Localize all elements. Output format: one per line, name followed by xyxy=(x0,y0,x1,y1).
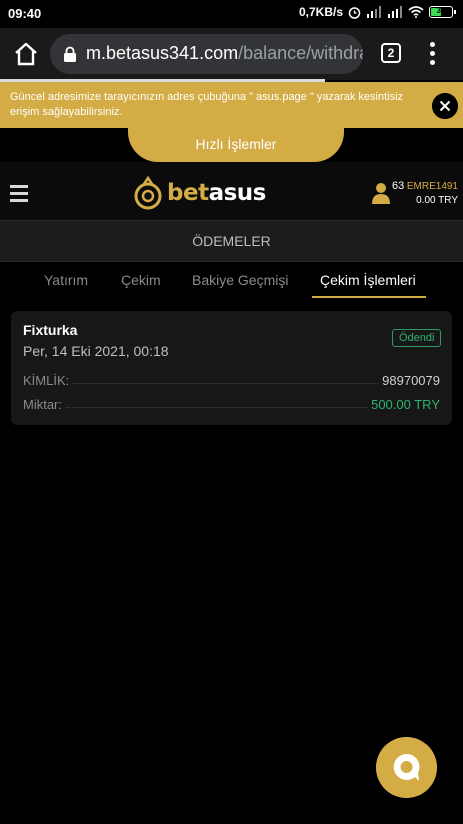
withdrawal-date: Per, 14 Eki 2021, 00:18 xyxy=(23,343,169,359)
signal-icon xyxy=(388,6,402,18)
withdrawal-card: Fixturka Per, 14 Eki 2021, 00:18 Ödendi … xyxy=(11,311,452,425)
tab-balance-history[interactable]: Bakiye Geçmişi xyxy=(192,272,288,288)
status-bar: 09:40 0,7KB/s 32 xyxy=(0,0,463,28)
hamburger-menu-icon[interactable] xyxy=(10,185,28,202)
wifi-icon xyxy=(408,6,424,18)
logo-wordmark: betasus xyxy=(167,180,266,206)
page-title: ÖDEMELER xyxy=(0,220,463,262)
active-tab-indicator xyxy=(312,296,426,298)
tab-deposit[interactable]: Yatırım xyxy=(44,272,88,288)
url-path: /balance/withdraw xyxy=(238,43,363,63)
amount-value: 500.00 TRY xyxy=(371,397,440,412)
notice-text: Güncel adresimize tarayıcınızın adres çu… xyxy=(10,91,404,118)
url-text: m.betasus341.com/balance/withdraw xyxy=(86,43,363,64)
status-time: 09:40 xyxy=(8,6,42,21)
kebab-menu-icon[interactable] xyxy=(430,42,436,66)
close-icon[interactable] xyxy=(432,93,458,119)
user-icon[interactable] xyxy=(371,182,391,204)
chat-icon[interactable] xyxy=(376,737,437,798)
notice-banner: Güncel adresimize tarayıcınızın adres çu… xyxy=(0,82,463,128)
tab-switcher-button[interactable]: 2 xyxy=(381,43,401,63)
battery-level: 32 xyxy=(436,6,446,15)
quick-actions-button[interactable]: Hızlı İşlemler xyxy=(128,128,344,162)
status-indicators: 0,7KB/s 32 xyxy=(298,5,456,19)
battery-icon: 32 xyxy=(429,6,456,18)
user-number: 63 xyxy=(392,180,405,192)
username[interactable]: EMRE1491 xyxy=(407,181,458,192)
url-domain: m.betasus341.com xyxy=(86,43,239,63)
id-value: 98970079 xyxy=(382,373,440,388)
site-logo[interactable]: betasus xyxy=(133,174,266,212)
home-icon[interactable] xyxy=(12,40,40,68)
alarm-icon xyxy=(348,6,361,19)
tab-withdraw[interactable]: Çekim xyxy=(121,272,161,288)
lock-icon xyxy=(64,46,76,62)
withdrawal-amount-row: Miktar: 500.00 TRY xyxy=(23,394,440,412)
tab-withdraw-transactions[interactable]: Çekim İşlemleri xyxy=(320,272,416,288)
logo-icon xyxy=(134,175,162,210)
site-header: betasus 63 EMRE1491 0.00 TRY xyxy=(0,162,463,220)
signal-icon xyxy=(367,6,381,18)
user-balance: 0.00 TRY xyxy=(416,195,458,206)
withdrawal-id-row: KİMLİK: 98970079 xyxy=(23,370,440,388)
amount-label: Miktar: xyxy=(23,397,62,412)
withdrawal-method: Fixturka xyxy=(23,322,78,338)
payment-tabs: Yatırım Çekim Bakiye Geçmişi Çekim İşlem… xyxy=(0,262,463,300)
id-label: KİMLİK: xyxy=(23,373,70,388)
browser-toolbar: m.betasus341.com/balance/withdraw 2 xyxy=(0,28,463,80)
status-badge: Ödendi xyxy=(392,329,442,347)
network-speed: 0,7KB/s xyxy=(298,5,343,19)
address-bar[interactable]: m.betasus341.com/balance/withdraw xyxy=(50,34,363,74)
